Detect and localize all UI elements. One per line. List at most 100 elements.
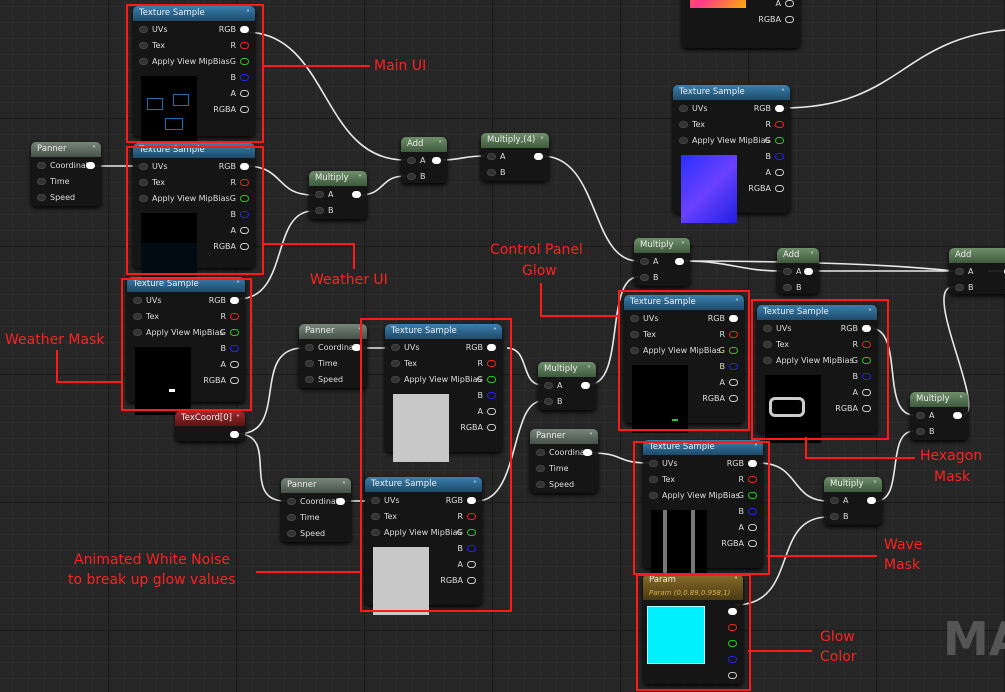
input-pin[interactable]: B xyxy=(636,271,659,285)
pin-circle-icon[interactable] xyxy=(729,395,738,402)
pin-circle-icon[interactable] xyxy=(240,58,249,65)
output-pin[interactable]: B xyxy=(720,360,743,374)
node-header[interactable]: Texture Sample ˄ xyxy=(757,305,877,320)
pin-circle-icon[interactable] xyxy=(748,476,757,483)
pin-circle-icon[interactable] xyxy=(862,325,871,332)
pin-circle-icon[interactable] xyxy=(862,389,871,396)
output-pin[interactable]: RGBA xyxy=(702,392,742,406)
output-pin[interactable]: B xyxy=(458,542,481,556)
node-add[interactable]: Add˅AB xyxy=(949,248,1005,294)
pin-circle-icon[interactable] xyxy=(783,284,792,291)
pin-circle-icon[interactable] xyxy=(139,26,148,33)
output-pin[interactable]: A xyxy=(720,376,742,390)
pin-circle-icon[interactable] xyxy=(544,398,553,405)
pin-circle-icon[interactable] xyxy=(37,194,46,201)
pin-circle-icon[interactable] xyxy=(487,408,496,415)
pin-circle-icon[interactable] xyxy=(230,297,239,304)
pin-circle-icon[interactable] xyxy=(86,162,95,169)
input-pin[interactable]: Speed xyxy=(301,373,343,387)
pin-circle-icon[interactable] xyxy=(240,90,249,97)
pin-circle-icon[interactable] xyxy=(240,195,249,202)
input-pin[interactable]: B xyxy=(403,170,426,184)
input-pin[interactable]: UVs xyxy=(645,457,678,471)
input-pin[interactable]: Speed xyxy=(283,527,325,541)
output-pin[interactable]: G xyxy=(719,344,742,358)
output-pin[interactable]: RGB xyxy=(727,457,761,471)
pin-circle-icon[interactable] xyxy=(544,382,553,389)
output-pin[interactable]: G xyxy=(230,55,253,69)
input-pin[interactable]: A xyxy=(483,150,505,164)
collapse-chevron-icon[interactable]: ˅ xyxy=(959,392,963,407)
pin-circle-icon[interactable] xyxy=(763,357,772,364)
output-pin[interactable]: G xyxy=(457,526,480,540)
pin-circle-icon[interactable] xyxy=(133,313,142,320)
node-add[interactable]: Add˅AB xyxy=(777,248,819,294)
pin-circle-icon[interactable] xyxy=(139,195,148,202)
output-pin[interactable] xyxy=(724,653,741,667)
pin-circle-icon[interactable] xyxy=(287,514,296,521)
collapse-chevron-icon[interactable]: ˅ xyxy=(587,362,591,377)
collapse-chevron-icon[interactable]: ˅ xyxy=(681,238,685,253)
output-pin[interactable]: G xyxy=(738,489,761,503)
collapse-chevron-icon[interactable]: ˄ xyxy=(754,440,758,455)
pin-circle-icon[interactable] xyxy=(487,424,496,431)
input-pin[interactable]: A xyxy=(912,409,934,423)
input-pin[interactable]: UVs xyxy=(135,23,168,37)
input-pin[interactable]: Apply View MipBias xyxy=(626,344,721,358)
collapse-chevron-icon[interactable]: ˄ xyxy=(246,143,250,158)
pin-circle-icon[interactable] xyxy=(748,508,757,515)
node-texture-sample[interactable]: Texture Sample ˄ UVs Tex Apply View MipBias R… xyxy=(385,324,502,462)
output-pin[interactable] xyxy=(226,428,243,442)
collapse-chevron-icon[interactable]: ˅ xyxy=(236,411,240,426)
output-pin[interactable] xyxy=(863,494,880,508)
pin-circle-icon[interactable] xyxy=(467,561,476,568)
node-panner[interactable]: Panner ˅ Coordinate Time Speed xyxy=(31,142,101,206)
node-header[interactable]: Texture Sample ˄ xyxy=(133,6,255,21)
pin-circle-icon[interactable] xyxy=(729,363,738,370)
node-header[interactable]: Texture Sample ˄ xyxy=(127,277,245,292)
output-pin[interactable]: B xyxy=(766,150,789,164)
node-header[interactable]: Multiply ˅ xyxy=(824,477,882,492)
pin-circle-icon[interactable] xyxy=(305,360,314,367)
output-pin[interactable]: B xyxy=(221,342,244,356)
pin-circle-icon[interactable] xyxy=(581,382,590,389)
input-pin[interactable]: B xyxy=(540,395,563,409)
pin-circle-icon[interactable] xyxy=(139,163,148,170)
output-pin[interactable] xyxy=(724,621,741,635)
output-pin[interactable]: RGBA xyxy=(203,374,243,388)
output-pin[interactable] xyxy=(428,154,445,168)
pin-circle-icon[interactable] xyxy=(487,392,496,399)
pin-circle-icon[interactable] xyxy=(649,460,658,467)
input-pin[interactable]: UVs xyxy=(367,494,400,508)
input-pin[interactable]: B xyxy=(826,510,849,524)
pin-circle-icon[interactable] xyxy=(679,121,688,128)
node-header[interactable]: Multiply ˅ xyxy=(309,171,367,186)
input-pin[interactable]: Apply View MipBias xyxy=(675,134,770,148)
pin-circle-icon[interactable] xyxy=(728,672,737,679)
output-pin[interactable] xyxy=(1000,265,1005,279)
collapse-chevron-icon[interactable]: ˄ xyxy=(781,85,785,100)
input-pin[interactable]: Speed xyxy=(532,478,574,492)
collapse-chevron-icon[interactable]: ˅ xyxy=(873,477,877,492)
input-pin[interactable]: Apply View MipBias xyxy=(367,526,462,540)
pin-circle-icon[interactable] xyxy=(630,347,639,354)
pin-circle-icon[interactable] xyxy=(775,121,784,128)
pin-circle-icon[interactable] xyxy=(728,624,737,631)
input-pin[interactable]: B xyxy=(779,281,802,295)
pin-circle-icon[interactable] xyxy=(133,297,142,304)
pin-circle-icon[interactable] xyxy=(467,513,476,520)
pin-circle-icon[interactable] xyxy=(37,178,46,185)
pin-circle-icon[interactable] xyxy=(305,376,314,383)
input-pin[interactable]: UVs xyxy=(135,160,168,174)
input-pin[interactable]: A xyxy=(826,494,848,508)
pin-circle-icon[interactable] xyxy=(775,137,784,144)
pin-circle-icon[interactable] xyxy=(240,74,249,81)
pin-circle-icon[interactable] xyxy=(230,345,239,352)
output-pin[interactable]: R xyxy=(852,338,875,352)
collapse-chevron-icon[interactable]: ˄ xyxy=(246,6,250,21)
output-pin[interactable]: RGBA xyxy=(460,421,500,435)
pin-circle-icon[interactable] xyxy=(729,347,738,354)
pin-circle-icon[interactable] xyxy=(315,207,324,214)
pin-circle-icon[interactable] xyxy=(230,361,239,368)
pin-circle-icon[interactable] xyxy=(783,268,792,275)
